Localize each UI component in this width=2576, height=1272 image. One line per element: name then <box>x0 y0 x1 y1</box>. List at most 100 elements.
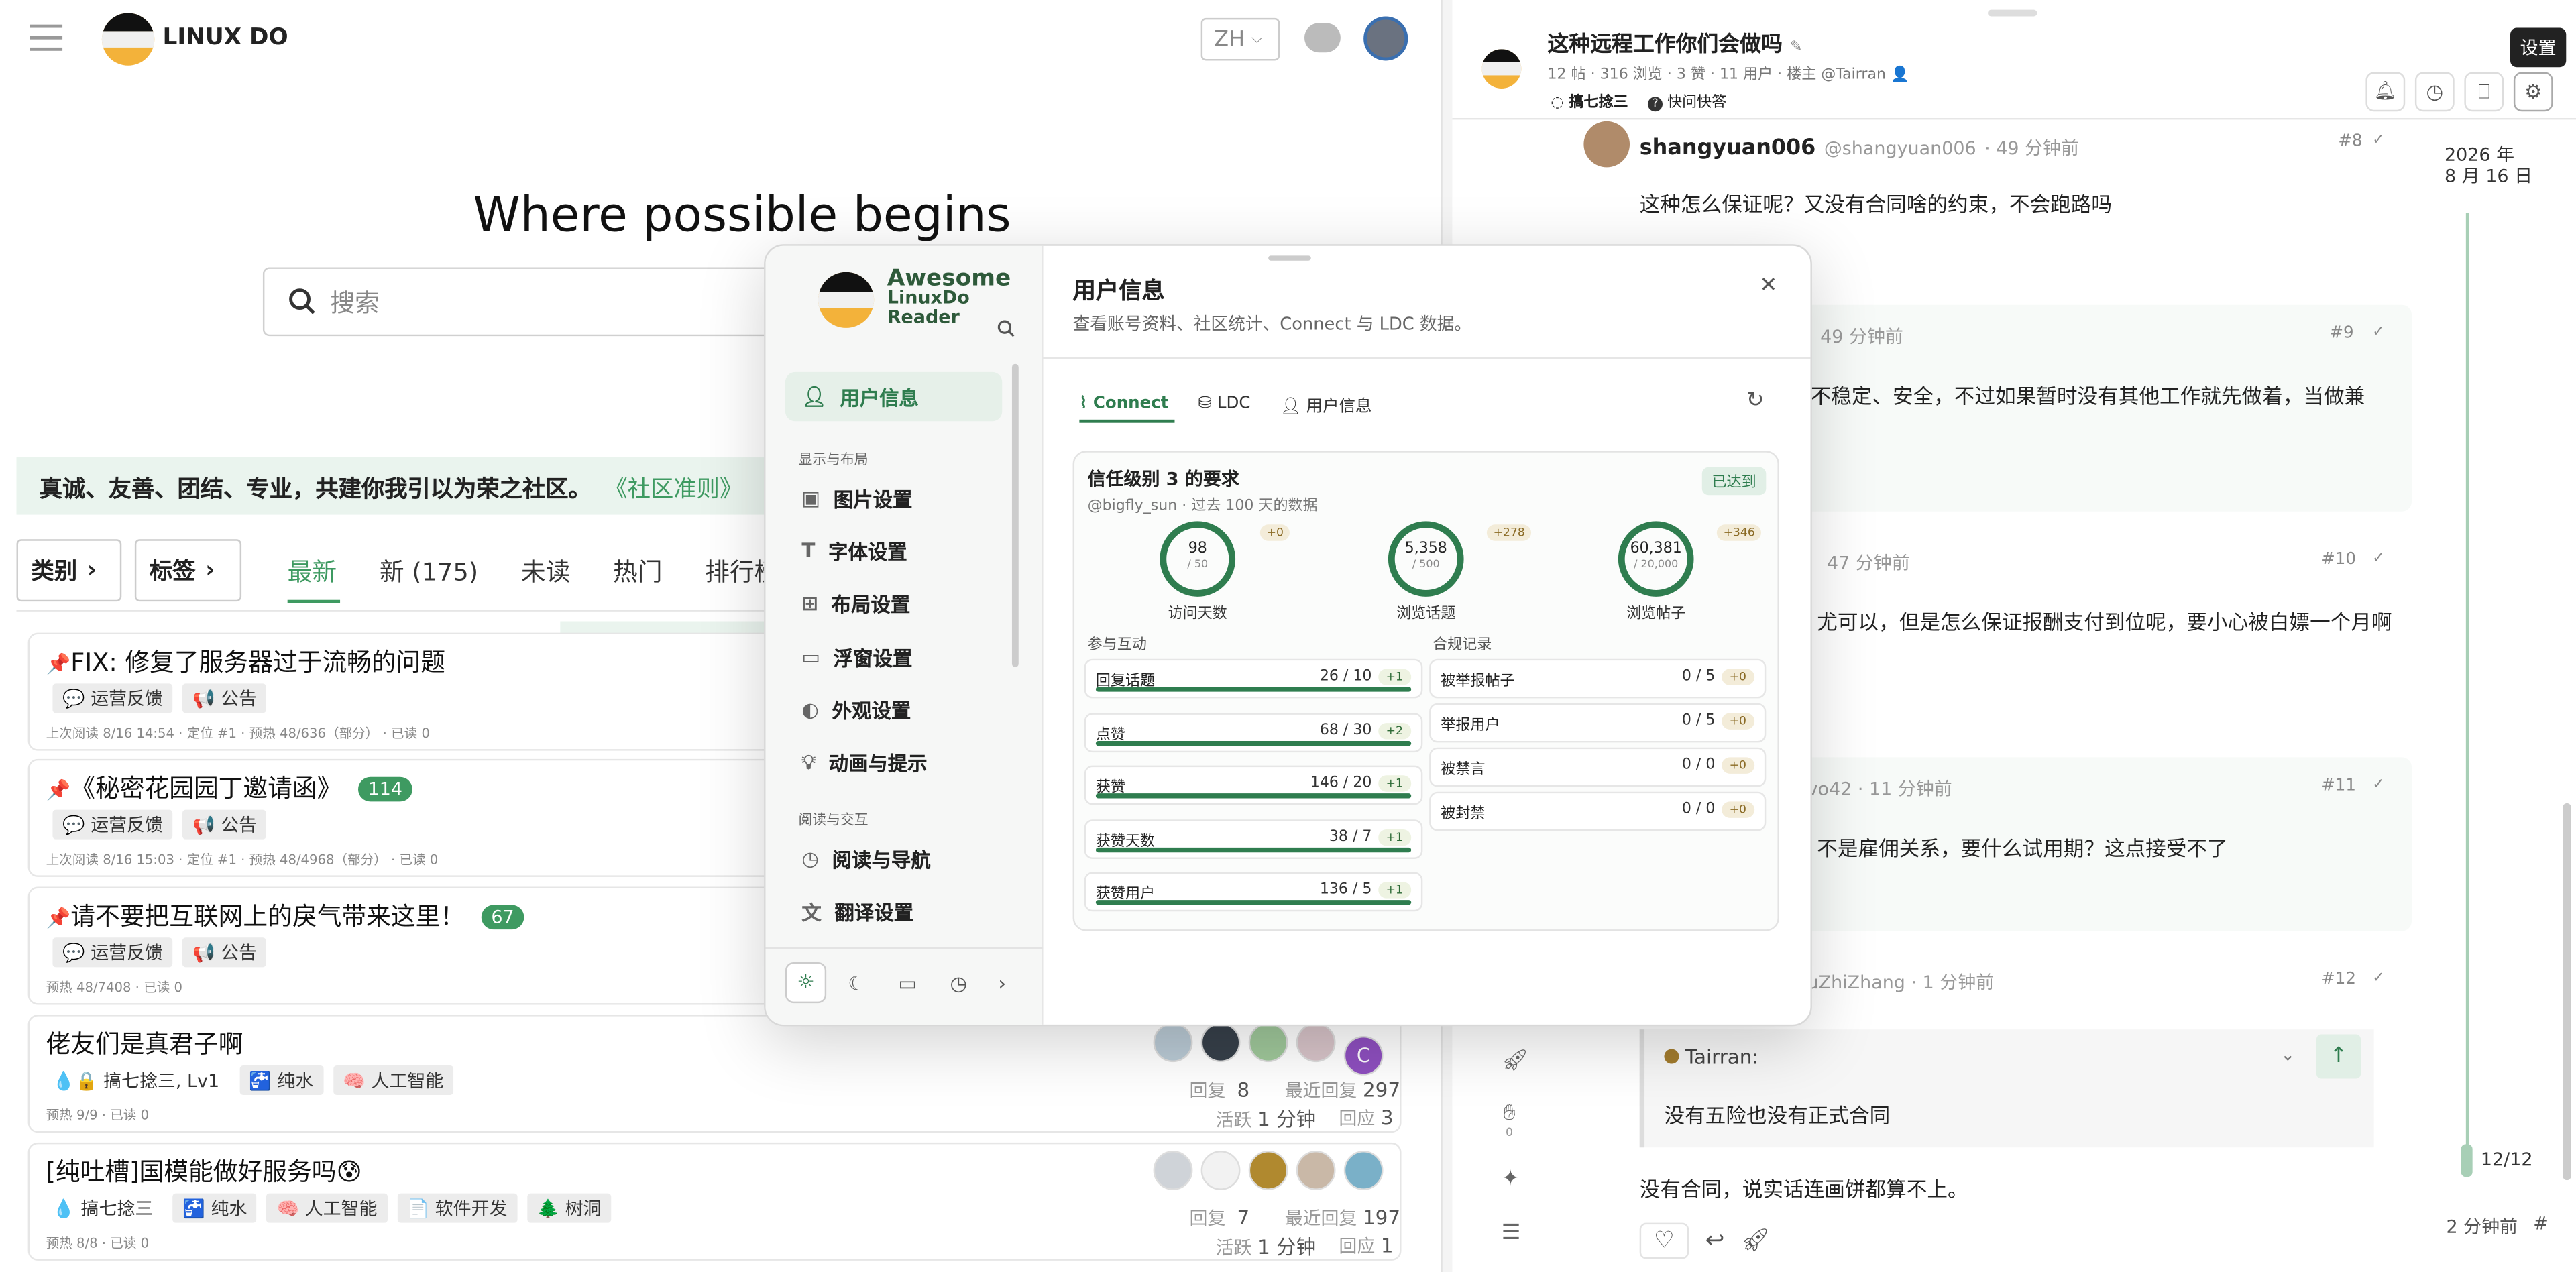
chevron-down-icon[interactable]: ⌄ <box>2280 1044 2296 1065</box>
reply-icon[interactable]: ↩ <box>1705 1228 1725 1254</box>
rocket-icon[interactable]: 🚀︎ <box>1741 1228 1771 1254</box>
search-icon[interactable] <box>997 320 1015 338</box>
language-select[interactable]: ZH ⌵ <box>1200 17 1280 61</box>
tab-unread[interactable]: 未读 <box>521 554 571 588</box>
menu-item-font[interactable]: T 字体设置 <box>785 526 1002 575</box>
post-time[interactable]: · 1 分钟前 <box>1911 972 1994 994</box>
post-number[interactable]: #12 <box>2321 970 2356 988</box>
topic-title[interactable]: 📌《秘密花园园丁邀请函》 114 <box>46 770 412 805</box>
bell-icon[interactable]: 🔔︎ <box>2365 72 2406 112</box>
search-box[interactable]: 搜索 <box>262 267 789 337</box>
hand-icon[interactable]: ✋︎ 0 <box>1503 1102 1515 1139</box>
tag[interactable]: 💬 运营反馈 <box>52 809 173 840</box>
category-filter[interactable]: 类别 › <box>16 539 122 602</box>
tag[interactable]: 💬 运营反馈 <box>52 937 173 968</box>
tag[interactable]: 📢 公告 <box>182 809 267 840</box>
tag[interactable]: 💧 🔒 搞七捻三, Lv1 <box>52 1065 229 1095</box>
tag[interactable]: 🌲 树洞 <box>526 1193 612 1223</box>
sparkle-icon[interactable]: ✦ <box>1502 1167 1520 1192</box>
category-tag[interactable]: ◌ 搞七捻三 <box>1551 90 1628 111</box>
pencil-icon[interactable]: ✎ <box>1790 40 1802 56</box>
tab-ldc[interactable]: ⛁ LDC <box>1198 395 1251 413</box>
post-time[interactable]: · 11 分钟前 <box>1858 778 1952 800</box>
post-number[interactable]: #10 <box>2321 551 2356 569</box>
menu-item-appearance[interactable]: ◐ 外观设置 <box>785 685 1002 734</box>
tag[interactable]: 📢 公告 <box>182 937 267 968</box>
tag[interactable]: 🚰 纯水 <box>172 1193 258 1223</box>
post-username[interactable]: uZhiZhang <box>1807 972 1905 994</box>
menu-item-animation[interactable]: 💡︎ 动画与提示 <box>785 738 1002 787</box>
avatar[interactable] <box>1296 1151 1336 1190</box>
guidelines-link[interactable]: 《社区准则》 <box>604 472 742 505</box>
avatar[interactable] <box>1296 1023 1336 1063</box>
clock-icon[interactable]: ◷ <box>2414 72 2455 112</box>
topic-title[interactable]: [纯吐槽]国模能做好服务吗😰 <box>46 1154 362 1188</box>
post-number[interactable]: #9 <box>2330 325 2354 343</box>
tag[interactable]: 🚰 纯水 <box>239 1065 323 1095</box>
avatar[interactable] <box>1343 1151 1384 1190</box>
drag-handle[interactable] <box>1988 9 2037 17</box>
rocket-icon[interactable]: 🚀︎ <box>1502 1049 1528 1074</box>
post-number[interactable]: #11 <box>2321 777 2356 795</box>
avatar[interactable] <box>1200 1023 1241 1063</box>
post-time[interactable]: · 49 分钟前 <box>1984 137 2079 159</box>
heart-icon[interactable]: ♡ <box>1639 1222 1689 1259</box>
refresh-icon[interactable]: ↻ <box>1746 388 1765 413</box>
avatar[interactable] <box>1248 1023 1288 1063</box>
avatar[interactable] <box>1200 1151 1241 1190</box>
topic-title[interactable]: 📌请不要把互联网上的戾气带来这里！ 67 <box>46 899 524 933</box>
site-logo[interactable] <box>1481 49 1522 89</box>
post-time[interactable]: 49 分钟前 <box>1820 323 1903 349</box>
topic-title[interactable]: 佬友们是真君子啊 <box>46 1026 243 1060</box>
topic-title[interactable]: 📌FIX: 修复了服务器过于流畅的问题 <box>46 644 446 679</box>
tab-new[interactable]: 新 (175) <box>380 554 478 588</box>
tag[interactable]: 🧠 人工智能 <box>266 1193 388 1223</box>
topic-row[interactable]: 佬友们是真君子啊 💧 🔒 搞七捻三, Lv1 🚰 纯水 🧠 人工智能 预热 9/9 ·… <box>27 1015 1402 1133</box>
chevron-right-icon[interactable]: › <box>989 971 1015 994</box>
post-number[interactable]: #8 <box>2338 133 2362 151</box>
tab-latest[interactable]: 最新 <box>288 554 337 588</box>
topic-row[interactable]: [纯吐槽]国模能做好服务吗😰 💧 搞七捻三 🚰 纯水 🧠 人工智能 📄 软件开发 🌲 树… <box>27 1142 1402 1261</box>
menu-item-user-info[interactable]: 👤︎ 用户信息 <box>785 371 1003 422</box>
list-icon[interactable]: ☰ <box>1502 1221 1521 1246</box>
scrollbar[interactable] <box>1011 363 1019 667</box>
avatar[interactable] <box>1153 1023 1193 1063</box>
user-avatar[interactable] <box>1363 16 1408 61</box>
avatar[interactable]: C <box>1343 1035 1384 1076</box>
quote-username[interactable]: Tairran: <box>1685 1046 1759 1069</box>
menu-item-translate[interactable]: 文翻译设置 <box>785 887 1002 936</box>
tag[interactable]: 📄 软件开发 <box>396 1193 518 1223</box>
clock-icon[interactable]: ◷ <box>938 971 979 994</box>
drag-handle[interactable] <box>1268 255 1311 261</box>
sun-icon[interactable]: ☼ <box>785 962 827 1004</box>
tag[interactable]: 💬 运营反馈 <box>52 683 173 713</box>
menu-item-layout[interactable]: ⊞ 布局设置 <box>785 579 1002 628</box>
avatar[interactable] <box>1248 1151 1288 1190</box>
post-time[interactable]: 47 分钟前 <box>1827 549 1910 575</box>
site-logo[interactable] <box>101 13 155 66</box>
tag[interactable]: 📢 公告 <box>182 683 267 713</box>
bookmark-icon[interactable]: ⎕ <box>2464 72 2504 112</box>
unread-count-badge[interactable]: 114 <box>357 776 412 802</box>
arrow-up-icon[interactable]: ↑ <box>2316 1034 2361 1079</box>
tab-user-info[interactable]: 👤︎ 用户信息 <box>1280 392 1372 416</box>
close-icon[interactable]: ✕ <box>1760 274 1778 298</box>
tags-filter[interactable]: 标签 › <box>134 539 242 602</box>
chat-icon[interactable] <box>1304 23 1341 53</box>
monitor-icon[interactable]: ▭ <box>887 971 928 994</box>
post-username[interactable]: vo42 <box>1807 778 1852 800</box>
menu-item-reading[interactable]: ◷ 阅读与导航 <box>785 834 1002 883</box>
moon-icon[interactable]: ☾ <box>836 971 877 994</box>
avatar[interactable] <box>1583 121 1630 168</box>
menu-item-image[interactable]: ▣ 图片设置 <box>785 473 1002 522</box>
menu-item-floating[interactable]: ▭ 浮窗设置 <box>785 633 1002 682</box>
hamburger-menu-icon[interactable] <box>30 23 63 52</box>
tab-connect[interactable]: ⌇ Connect <box>1079 395 1168 413</box>
tab-hot[interactable]: 热门 <box>613 554 663 588</box>
unread-count-badge[interactable]: 67 <box>481 905 524 930</box>
tag[interactable]: 💧 搞七捻三 <box>52 1194 163 1223</box>
sliders-icon[interactable]: ⚙ <box>2513 72 2553 112</box>
tag[interactable]: 🧠 人工智能 <box>333 1065 453 1095</box>
avatar[interactable] <box>1153 1151 1193 1190</box>
question-tag[interactable]: ? 快问快答 <box>1647 90 1726 112</box>
